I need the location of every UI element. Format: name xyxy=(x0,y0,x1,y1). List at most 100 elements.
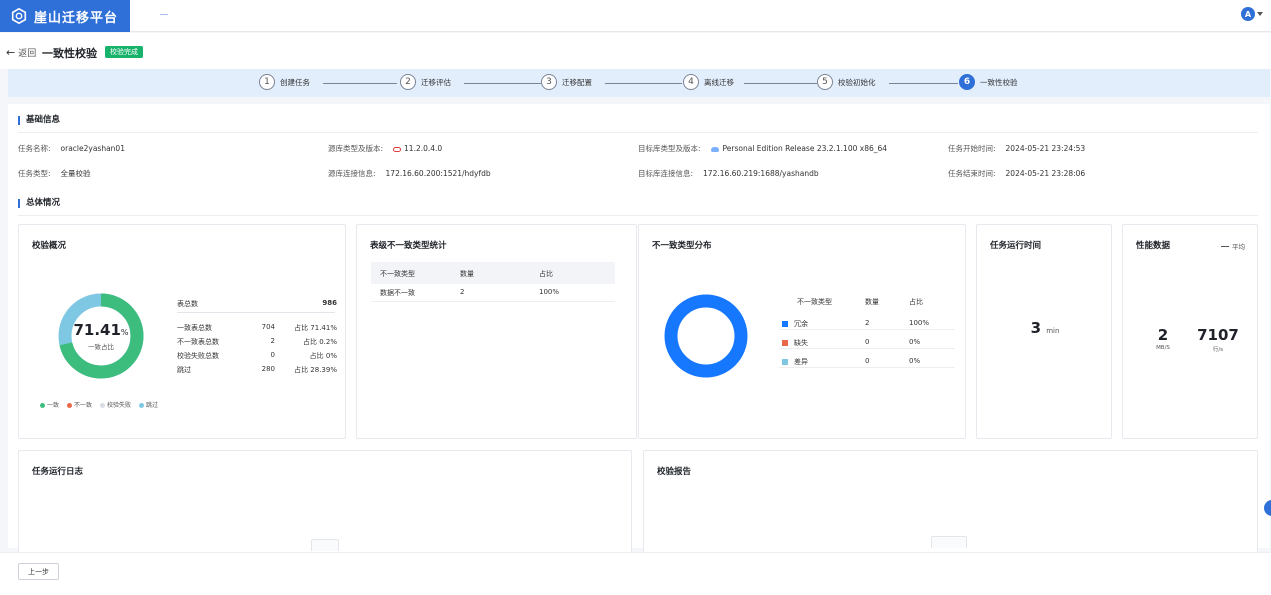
stats-total: 986 xyxy=(322,299,337,307)
page-header: ← 返回 一致性校验 校验完成 xyxy=(0,33,1271,69)
info-label: 任务结束时间: xyxy=(948,169,996,178)
step-label: 离线迁移 xyxy=(704,77,734,87)
perf-legend[interactable]: 平均 xyxy=(1221,241,1245,251)
step-connector xyxy=(605,83,682,84)
card-title: 任务运行日志 xyxy=(32,467,84,477)
rows-rate-unit: 行/s xyxy=(1212,347,1224,353)
table-cell: 0 xyxy=(865,357,870,365)
page-title: 一致性校验 xyxy=(42,47,97,60)
cloud-logo-icon xyxy=(11,7,27,25)
step-config[interactable]: 3 迁移配置 xyxy=(541,74,592,90)
column-header: 不一致类型 xyxy=(380,270,415,278)
info-value: 172.16.60.219:1688/yashandb xyxy=(703,169,819,178)
divider xyxy=(779,329,955,330)
legend-swatch xyxy=(782,359,788,365)
card-title: 性能数据 xyxy=(1136,241,1171,251)
legend-item[interactable]: 跳过 xyxy=(139,400,158,409)
percent-unit: % xyxy=(120,328,129,337)
table-cell: 0% xyxy=(909,357,921,365)
legend-label: 平均 xyxy=(1232,243,1245,251)
check-stats: 表总数 986 一致表总数 704 占比 71.41% 不一致表总数 2 占比 … xyxy=(177,299,337,379)
stats-label: 表总数 xyxy=(177,300,198,308)
step-number: 5 xyxy=(817,74,833,90)
table-cell: 0% xyxy=(909,338,921,346)
info-tgt-type: 目标库类型及版本: Personal Edition Release 23.2.… xyxy=(638,143,887,154)
dist-card: 不一致类型分布 不一致类型 数量 占比 冗余 2 100% 缺失 0 0% 差异… xyxy=(638,224,966,439)
step-connector xyxy=(744,83,817,84)
step-offline-migration[interactable]: 4 离线迁移 xyxy=(683,74,734,90)
column-header: 占比 xyxy=(539,270,553,278)
table-cell: 100% xyxy=(909,319,930,327)
column-header: 数量 xyxy=(865,298,879,306)
yashan-icon xyxy=(710,146,719,152)
oracle-icon xyxy=(393,146,402,152)
info-label: 目标库类型及版本: xyxy=(638,144,701,153)
legend-swatch xyxy=(782,321,788,327)
info-task-type: 任务类型: 全量校验 xyxy=(18,168,91,179)
stats-label: 不一致表总数 xyxy=(177,338,219,346)
divider xyxy=(779,367,955,368)
info-value: 172.16.60.200:1521/hdyfdb xyxy=(385,169,491,178)
legend-label: 跳过 xyxy=(146,402,159,409)
info-value: 全量校验 xyxy=(60,169,91,178)
table-row: 一致表总数 704 占比 71.41% xyxy=(177,323,337,333)
card-title: 任务运行时间 xyxy=(990,241,1042,251)
divider xyxy=(18,132,1258,133)
legend-label: 校验失败 xyxy=(107,402,132,409)
legend-item[interactable]: 一致 xyxy=(40,400,59,409)
step-check-init[interactable]: 5 校验初始化 xyxy=(817,74,876,90)
nav-indicator xyxy=(160,14,168,15)
stats-ratio: 占比 0% xyxy=(309,352,337,360)
back-button[interactable]: ← 返回 xyxy=(6,46,36,59)
step-create-task[interactable]: 1 创建任务 xyxy=(259,74,310,90)
brand[interactable]: 崖山迁移平台 xyxy=(0,0,130,32)
table-stats-card: 表级不一致类型统计 不一致类型 数量 占比 数据不一致 2 100% xyxy=(356,224,637,439)
legend-item[interactable]: 校验失败 xyxy=(100,400,131,409)
runtime-card: 任务运行时间 3 min xyxy=(976,224,1112,439)
legend-item[interactable]: 不一致 xyxy=(67,400,92,409)
stats-label: 一致表总数 xyxy=(177,324,212,332)
step-number: 3 xyxy=(541,74,557,90)
step-connector xyxy=(323,83,397,84)
divider xyxy=(371,301,615,302)
user-menu[interactable]: A xyxy=(1241,7,1263,21)
stats-ratio: 占比 71.41% xyxy=(294,324,337,332)
table-row: 不一致表总数 2 占比 0.2% xyxy=(177,337,337,347)
dist-donut xyxy=(664,294,748,378)
stats-count: 2 xyxy=(270,337,275,345)
info-label: 任务名称: xyxy=(18,144,51,153)
previous-step-button[interactable]: 上一步 xyxy=(18,563,59,580)
donut-subtitle: 一致占比 xyxy=(88,343,114,351)
back-label: 返回 xyxy=(18,49,37,59)
table-cell: 差异 xyxy=(794,358,808,366)
table-row: 校验失败总数 0 占比 0% xyxy=(177,351,337,361)
rows-rate-value: 7107 xyxy=(1197,326,1239,344)
section-title-basic: 基础信息 xyxy=(18,116,60,125)
table-cell: 0 xyxy=(865,338,870,346)
step-number: 6 xyxy=(959,74,975,90)
avatar[interactable]: A xyxy=(1241,7,1255,21)
info-src-conn: 源库连接信息: 172.16.60.200:1521/hdyfdb xyxy=(328,168,491,179)
section-title-overview: 总体情况 xyxy=(18,199,60,208)
step-assessment[interactable]: 2 迁移评估 xyxy=(400,74,451,90)
chevron-down-icon[interactable] xyxy=(1257,12,1263,16)
table-cell: 数据不一致 xyxy=(380,289,415,297)
donut-redundant-segment xyxy=(664,294,748,378)
divider xyxy=(18,215,1258,216)
table-cell: 冗余 xyxy=(794,320,808,328)
card-title: 表级不一致类型统计 xyxy=(370,241,447,251)
step-connector xyxy=(464,83,541,84)
stats-count: 0 xyxy=(270,351,275,359)
info-label: 源库类型及版本: xyxy=(328,144,384,153)
info-label: 任务类型: xyxy=(18,169,51,178)
stats-label: 跳过 xyxy=(177,366,191,374)
step-label: 创建任务 xyxy=(280,77,310,87)
info-label: 任务开始时间: xyxy=(948,144,996,153)
step-consistency-check[interactable]: 6 一致性校验 xyxy=(959,74,1018,90)
table-row: 跳过 280 占比 28.39% xyxy=(177,365,337,375)
step-label: 迁移评估 xyxy=(421,77,451,87)
divider xyxy=(177,312,335,313)
runtime-unit: min xyxy=(1046,327,1060,335)
info-src-type: 源库类型及版本: 11.2.0.4.0 xyxy=(328,143,442,154)
stats-label: 校验失败总数 xyxy=(177,352,219,360)
